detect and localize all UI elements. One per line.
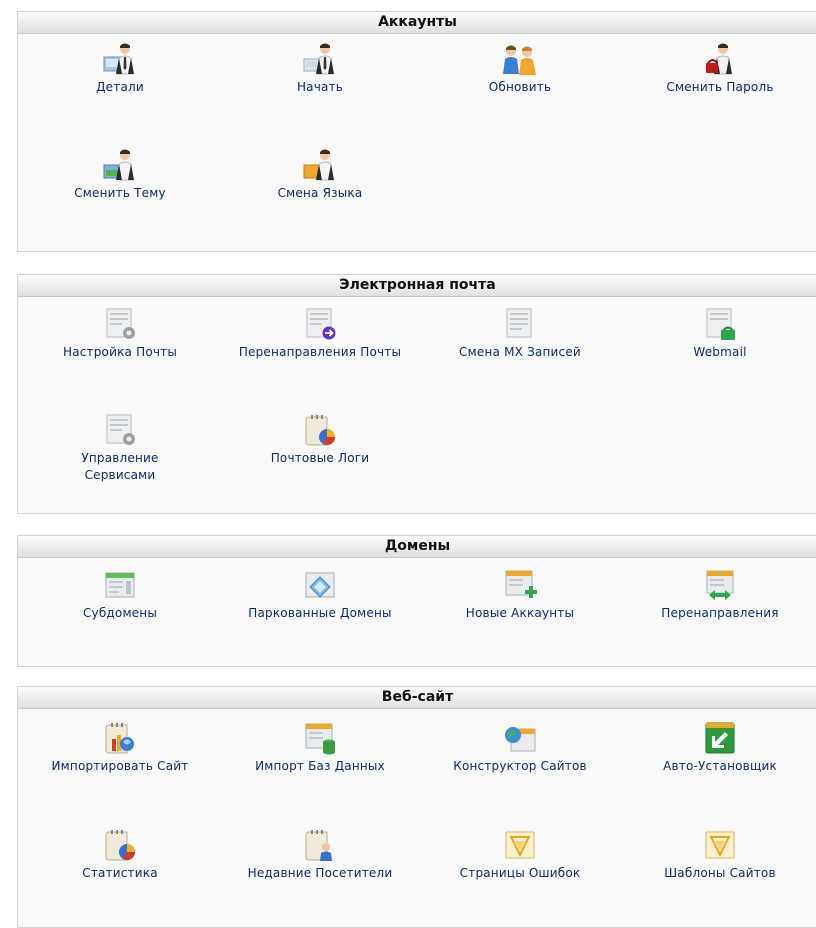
error-pages-icon (505, 831, 535, 859)
section-title: Аккаунты (18, 12, 816, 34)
mx-records-icon (506, 308, 532, 338)
subdomains-icon (105, 572, 135, 598)
update-label: Обновить (488, 80, 552, 94)
subdomains-button[interactable]: Субдомены (20, 568, 220, 622)
new-accounts-icon (505, 570, 537, 598)
section-domains: Домены Субдомены Паркованные Домены Новы… (17, 535, 816, 667)
new-accounts-button[interactable]: Новые Аккаунты (420, 568, 620, 622)
webmail-button[interactable]: Webmail (620, 307, 816, 361)
services-icon (106, 414, 135, 445)
subdomains-label: Субдомены (82, 606, 158, 620)
change-theme-button[interactable]: Сменить Тему (20, 148, 220, 202)
details-label: Детали (96, 80, 144, 94)
auto-installer-button[interactable]: Авто-Установщик (620, 721, 816, 775)
mail-settings-icon (106, 308, 135, 339)
recent-visitors-button[interactable]: Недавние Посетители (220, 828, 420, 882)
new-accounts-label: Новые Аккаунты (465, 606, 575, 620)
section-title: Домены (18, 536, 816, 558)
user-password-icon (706, 43, 732, 75)
import-db-icon (305, 723, 335, 755)
webmail-label: Webmail (693, 345, 747, 359)
change-theme-label: Сменить Тему (74, 186, 166, 200)
start-label: Начать (296, 80, 344, 94)
import-site-label: Импортировать Сайт (51, 759, 189, 773)
import-db-label: Импорт Баз Данных (255, 759, 385, 773)
site-templates-icon (705, 831, 735, 859)
mx-records-label: Смена MX Записей (459, 345, 581, 359)
auto-installer-icon (705, 722, 735, 754)
error-pages-button[interactable]: Страницы Ошибок (420, 828, 620, 882)
change-language-label: Смена Языка (277, 186, 363, 200)
redirects-icon (706, 570, 734, 600)
site-builder-button[interactable]: Конструктор Сайтов (420, 721, 620, 775)
site-builder-icon (505, 727, 536, 752)
section-title: Электронная почта (18, 275, 816, 297)
change-password-button[interactable]: Сменить Пароль (620, 42, 816, 96)
section-accounts: Аккаунты Детали Начать Обновить Сменить … (17, 11, 816, 252)
mail-logs-icon (305, 415, 336, 446)
details-button[interactable]: Детали (20, 42, 220, 96)
mail-settings-label: Настройка Почты (62, 345, 178, 359)
user-language-icon (303, 149, 334, 181)
statistics-label: Статистика (82, 866, 158, 880)
import-site-button[interactable]: Импортировать Сайт (20, 721, 220, 775)
site-templates-label: Шаблоны Сайтов (664, 866, 776, 880)
section-email: Электронная почта Настройка Почты Перена… (17, 274, 816, 514)
mail-logs-button[interactable]: Почтовые Логи (220, 413, 420, 467)
mail-forward-label: Перенаправления Почты (238, 345, 402, 359)
parked-domains-label: Паркованные Домены (248, 606, 392, 620)
change-language-button[interactable]: Смена Языка (220, 148, 420, 202)
manage-services-label: Управление Сервисами (81, 451, 159, 482)
mx-records-button[interactable]: Смена MX Записей (420, 307, 620, 361)
mail-logs-label: Почтовые Логи (270, 451, 370, 465)
users-update-icon (503, 45, 536, 75)
auto-installer-label: Авто-Установщик (663, 759, 777, 773)
site-templates-button[interactable]: Шаблоны Сайтов (620, 828, 816, 882)
user-start-icon (303, 43, 334, 75)
statistics-icon (105, 830, 136, 861)
user-details-icon (103, 43, 134, 75)
section-title: Веб-сайт (18, 687, 816, 709)
manage-services-button[interactable]: Управление Сервисами (20, 413, 220, 484)
update-button[interactable]: Обновить (420, 42, 620, 96)
redirects-label: Перенаправления (661, 606, 779, 620)
mail-forward-icon (306, 308, 336, 340)
error-pages-label: Страницы Ошибок (459, 866, 581, 880)
redirects-button[interactable]: Перенаправления (620, 568, 816, 622)
parked-domains-button[interactable]: Паркованные Домены (220, 568, 420, 622)
mail-forward-button[interactable]: Перенаправления Почты (220, 307, 420, 361)
start-button[interactable]: Начать (220, 42, 420, 96)
import-site-icon (105, 723, 134, 754)
webmail-icon (706, 308, 735, 340)
recent-visitors-label: Недавние Посетители (247, 866, 393, 880)
statistics-button[interactable]: Статистика (20, 828, 220, 882)
mail-settings-button[interactable]: Настройка Почты (20, 307, 220, 361)
recent-visitors-icon (305, 830, 332, 861)
parked-domains-icon (305, 572, 335, 598)
user-theme-icon (103, 149, 134, 181)
site-builder-label: Конструктор Сайтов (453, 759, 587, 773)
section-website: Веб-сайт Импортировать Сайт Импорт Баз Д… (17, 686, 816, 928)
import-db-button[interactable]: Импорт Баз Данных (220, 721, 420, 775)
change-password-label: Сменить Пароль (666, 80, 774, 94)
